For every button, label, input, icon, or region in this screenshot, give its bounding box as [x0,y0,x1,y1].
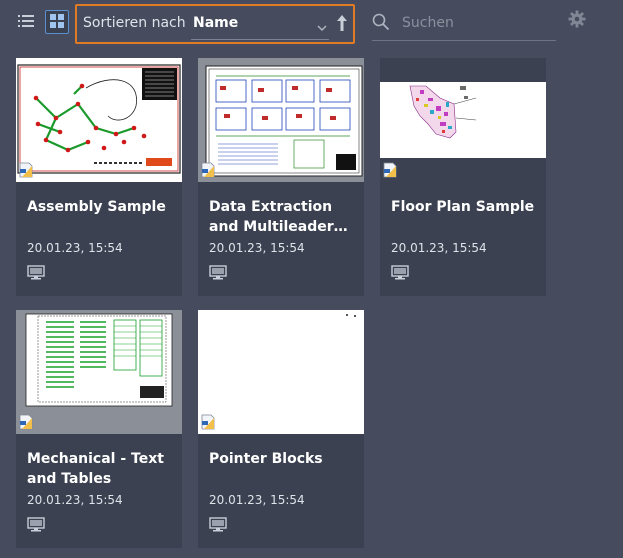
file-card[interactable]: Assembly Sample 20.01.23, 15:54 [16,58,182,296]
file-thumbnail [16,58,182,182]
computer-icon [27,517,45,536]
file-card[interactable]: Floor Plan Sample 20.01.23, 15:54 [380,58,546,296]
file-date: 20.01.23, 15:54 [209,493,305,507]
file-thumbnail [16,310,182,434]
file-date: 20.01.23, 15:54 [391,241,487,255]
computer-icon [209,265,227,284]
sort-dropdown[interactable]: Name [191,11,329,40]
file-title: Data Extraction and Multileader… [209,199,348,235]
file-thumbnail [198,58,364,182]
file-date: 20.01.23, 15:54 [27,241,123,255]
file-title: Mechanical - Text and Tables [27,451,164,487]
file-thumbnail [380,58,546,182]
file-card[interactable]: Mechanical - Text and Tables 20.01.23, 1… [16,310,182,548]
toolbar: Sortieren nach Name [0,0,623,48]
dwg-file-icon [19,162,35,182]
sort-dropdown-value: Name [193,15,239,31]
settings-button[interactable] [566,10,588,32]
sort-direction-button[interactable] [336,14,348,36]
computer-icon [27,265,45,284]
file-title: Assembly Sample [27,199,166,215]
file-card[interactable]: Pointer Blocks 20.01.23, 15:54 [198,310,364,548]
computer-icon [209,517,227,536]
computer-icon [391,265,409,284]
file-date: 20.01.23, 15:54 [209,241,305,255]
file-thumbnail [198,310,364,434]
list-icon [18,13,34,32]
sort-label: Sortieren nach [83,15,186,31]
gear-icon [568,10,586,32]
dwg-file-icon [19,414,35,434]
dwg-file-icon [201,414,217,434]
search-box [372,8,556,41]
file-title: Floor Plan Sample [391,199,535,215]
list-view-button[interactable] [14,10,38,34]
chevron-down-icon [317,17,327,36]
dwg-file-icon [383,162,399,182]
file-date: 20.01.23, 15:54 [27,493,123,507]
search-input[interactable] [400,10,554,36]
file-card[interactable]: Data Extraction and Multileader… 20.01.2… [198,58,364,296]
grid-view-button[interactable] [45,10,69,34]
sort-control: Sortieren nach Name [75,4,355,44]
file-title: Pointer Blocks [209,451,323,467]
search-icon [372,13,390,35]
grid-icon [50,13,64,32]
dwg-file-icon [201,162,217,182]
arrow-up-icon [336,15,348,36]
